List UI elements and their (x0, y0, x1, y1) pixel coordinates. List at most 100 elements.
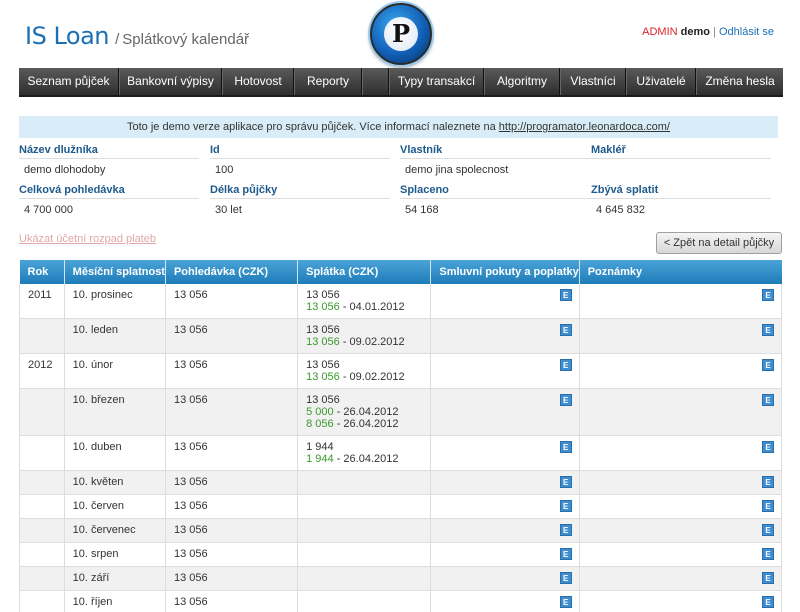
edit-fees-button[interactable]: E (559, 524, 572, 536)
edit-notes-button[interactable]: E (762, 324, 774, 336)
claim-cell: 13 056 (165, 566, 299, 591)
due-cell: 10. srpen (64, 542, 166, 567)
edit-fees-button[interactable]: E (559, 476, 572, 488)
edit-fees-button[interactable]: E (559, 324, 572, 336)
header: IS Loan / Splátkový kalendář P ADMIN dem… (0, 0, 800, 68)
owner-value: demo jina spolecnost (405, 164, 509, 176)
edit-fees-button[interactable]: E (559, 394, 572, 406)
notes-cell: E (579, 494, 783, 519)
payment-line: 13 056 - 04.01.2012 (306, 301, 405, 313)
installment-cell (297, 518, 432, 543)
fees-cell: E (430, 566, 580, 591)
loan-info: Název dlužníka demo dlohodoby Id 100 Vla… (19, 141, 778, 219)
edit-notes-button[interactable]: E (762, 500, 774, 512)
remaining-cell: Zbývá splatit 4 645 832 (591, 181, 771, 221)
fees-cell: E (430, 518, 580, 543)
due-cell: 10. únor (64, 353, 166, 389)
show-breakdown-link[interactable]: Ukázat účetní rozpad plateb (19, 233, 156, 245)
page-title: Splátkový kalendář (122, 31, 250, 48)
notes-cell: E (579, 284, 783, 319)
claim-cell: 13 056 (165, 494, 299, 519)
remaining-label: Zbývá splatit (591, 181, 771, 199)
col-fees[interactable]: Smluvní pokuty a poplatky (430, 260, 580, 284)
table-row: 10. říjen 13 056 E E (19, 590, 783, 612)
payment-amount: 8 056 (306, 418, 334, 430)
year-cell (19, 518, 65, 543)
edit-notes-button[interactable]: E (762, 289, 774, 301)
broker-cell: Makléř (591, 141, 771, 181)
installment-cell: 13 056 13 056 - 04.01.2012 (297, 284, 432, 319)
claim-cell: 13 056 (165, 518, 299, 543)
due-cell: 10. březen (64, 388, 166, 436)
payment-amount: 13 056 (306, 301, 340, 313)
table-row: 10. červen 13 056 E E (19, 494, 783, 519)
edit-notes-button[interactable]: E (762, 548, 774, 560)
payment-date: 04.01.2012 (349, 301, 405, 313)
fees-cell: E (430, 388, 580, 436)
table-row: 10. září 13 056 E E (19, 566, 783, 591)
notes-cell: E (579, 542, 783, 567)
edit-fees-button[interactable]: E (559, 548, 572, 560)
menu-item-bank-statements[interactable]: Bankovní výpisy (119, 68, 222, 95)
menu-item-transaction-types[interactable]: Typy transakcí (389, 68, 484, 95)
col-claim[interactable]: Pohledávka (CZK) (165, 260, 299, 284)
claim-cell: 13 056 (165, 435, 299, 471)
year-cell: 2012 (19, 353, 65, 389)
edit-fees-button[interactable]: E (559, 289, 572, 301)
notes-cell: E (579, 435, 783, 471)
col-installment[interactable]: Splátka (CZK) (297, 260, 432, 284)
owner-cell: Vlastník demo jina spolecnost (400, 141, 593, 181)
brand: IS Loan / Splátkový kalendář (25, 22, 249, 50)
edit-fees-button[interactable]: E (559, 359, 572, 371)
user-info: ADMIN demo | Odhlásit se (642, 26, 774, 38)
col-due[interactable]: Měsíční splatnost (64, 260, 166, 284)
logout-link[interactable]: Odhlásit se (719, 26, 774, 38)
edit-notes-button[interactable]: E (762, 524, 774, 536)
app-name[interactable]: IS Loan (25, 22, 110, 50)
payment-line: 1 944 - 26.04.2012 (306, 453, 399, 465)
edit-notes-button[interactable]: E (762, 441, 774, 453)
menu-item-owners[interactable]: Vlastníci (560, 68, 626, 95)
menu-item-reports[interactable]: Reporty (294, 68, 362, 95)
installment-cell (297, 590, 432, 612)
year-cell: 2011 (19, 284, 65, 319)
edit-notes-button[interactable]: E (762, 596, 774, 608)
notice-link[interactable]: http://programator.leonardoca.com/ (499, 121, 670, 133)
logo-letter: P (384, 17, 418, 51)
edit-fees-button[interactable]: E (559, 500, 572, 512)
installment-cell: 13 056 5 000 - 26.04.2012 8 056 - 26.04.20… (297, 388, 432, 436)
claim-cell: 13 056 (165, 388, 299, 436)
due-cell: 10. leden (64, 318, 166, 354)
edit-notes-button[interactable]: E (762, 394, 774, 406)
payment-date: 26.04.2012 (343, 418, 399, 430)
installment-cell (297, 542, 432, 567)
menu-item-change-password[interactable]: Změna hesla (696, 68, 783, 95)
claim-cell: 13 056 (165, 284, 299, 319)
user-separator: | (713, 26, 716, 38)
edit-notes-button[interactable]: E (762, 359, 774, 371)
edit-fees-button[interactable]: E (559, 441, 572, 453)
edit-notes-button[interactable]: E (762, 572, 774, 584)
length-cell: Délka půjčky 30 let (210, 181, 390, 221)
demo-notice: Toto je demo verze aplikace pro správu p… (19, 116, 778, 138)
table-row: 10. leden 13 056 13 056 13 056 - 09.02.2012… (19, 318, 783, 354)
menu-item-algorithms[interactable]: Algoritmy (484, 68, 560, 95)
col-notes[interactable]: Poznámky (579, 260, 782, 284)
menu-item-cash[interactable]: Hotovost (222, 68, 294, 95)
owner-label: Vlastník (400, 141, 593, 159)
length-label: Délka půjčky (210, 181, 390, 199)
payment-line: 13 056 - 09.02.2012 (306, 371, 405, 383)
notes-cell: E (579, 518, 783, 543)
edit-fees-button[interactable]: E (559, 572, 572, 584)
edit-fees-button[interactable]: E (559, 596, 572, 608)
menu-item-blank[interactable] (362, 68, 389, 95)
installment-cell: 13 056 13 056 - 09.02.2012 (297, 353, 432, 389)
title-separator: / (115, 31, 120, 48)
fees-cell: E (430, 590, 580, 612)
menu-item-loans[interactable]: Seznam půjček (19, 68, 119, 95)
edit-notes-button[interactable]: E (762, 476, 774, 488)
back-to-loan-button[interactable]: < Zpět na detail půjčky (656, 232, 782, 254)
col-year[interactable]: Rok (19, 260, 65, 284)
menu-item-users[interactable]: Uživatelé (626, 68, 696, 95)
id-cell: Id 100 (210, 141, 390, 181)
